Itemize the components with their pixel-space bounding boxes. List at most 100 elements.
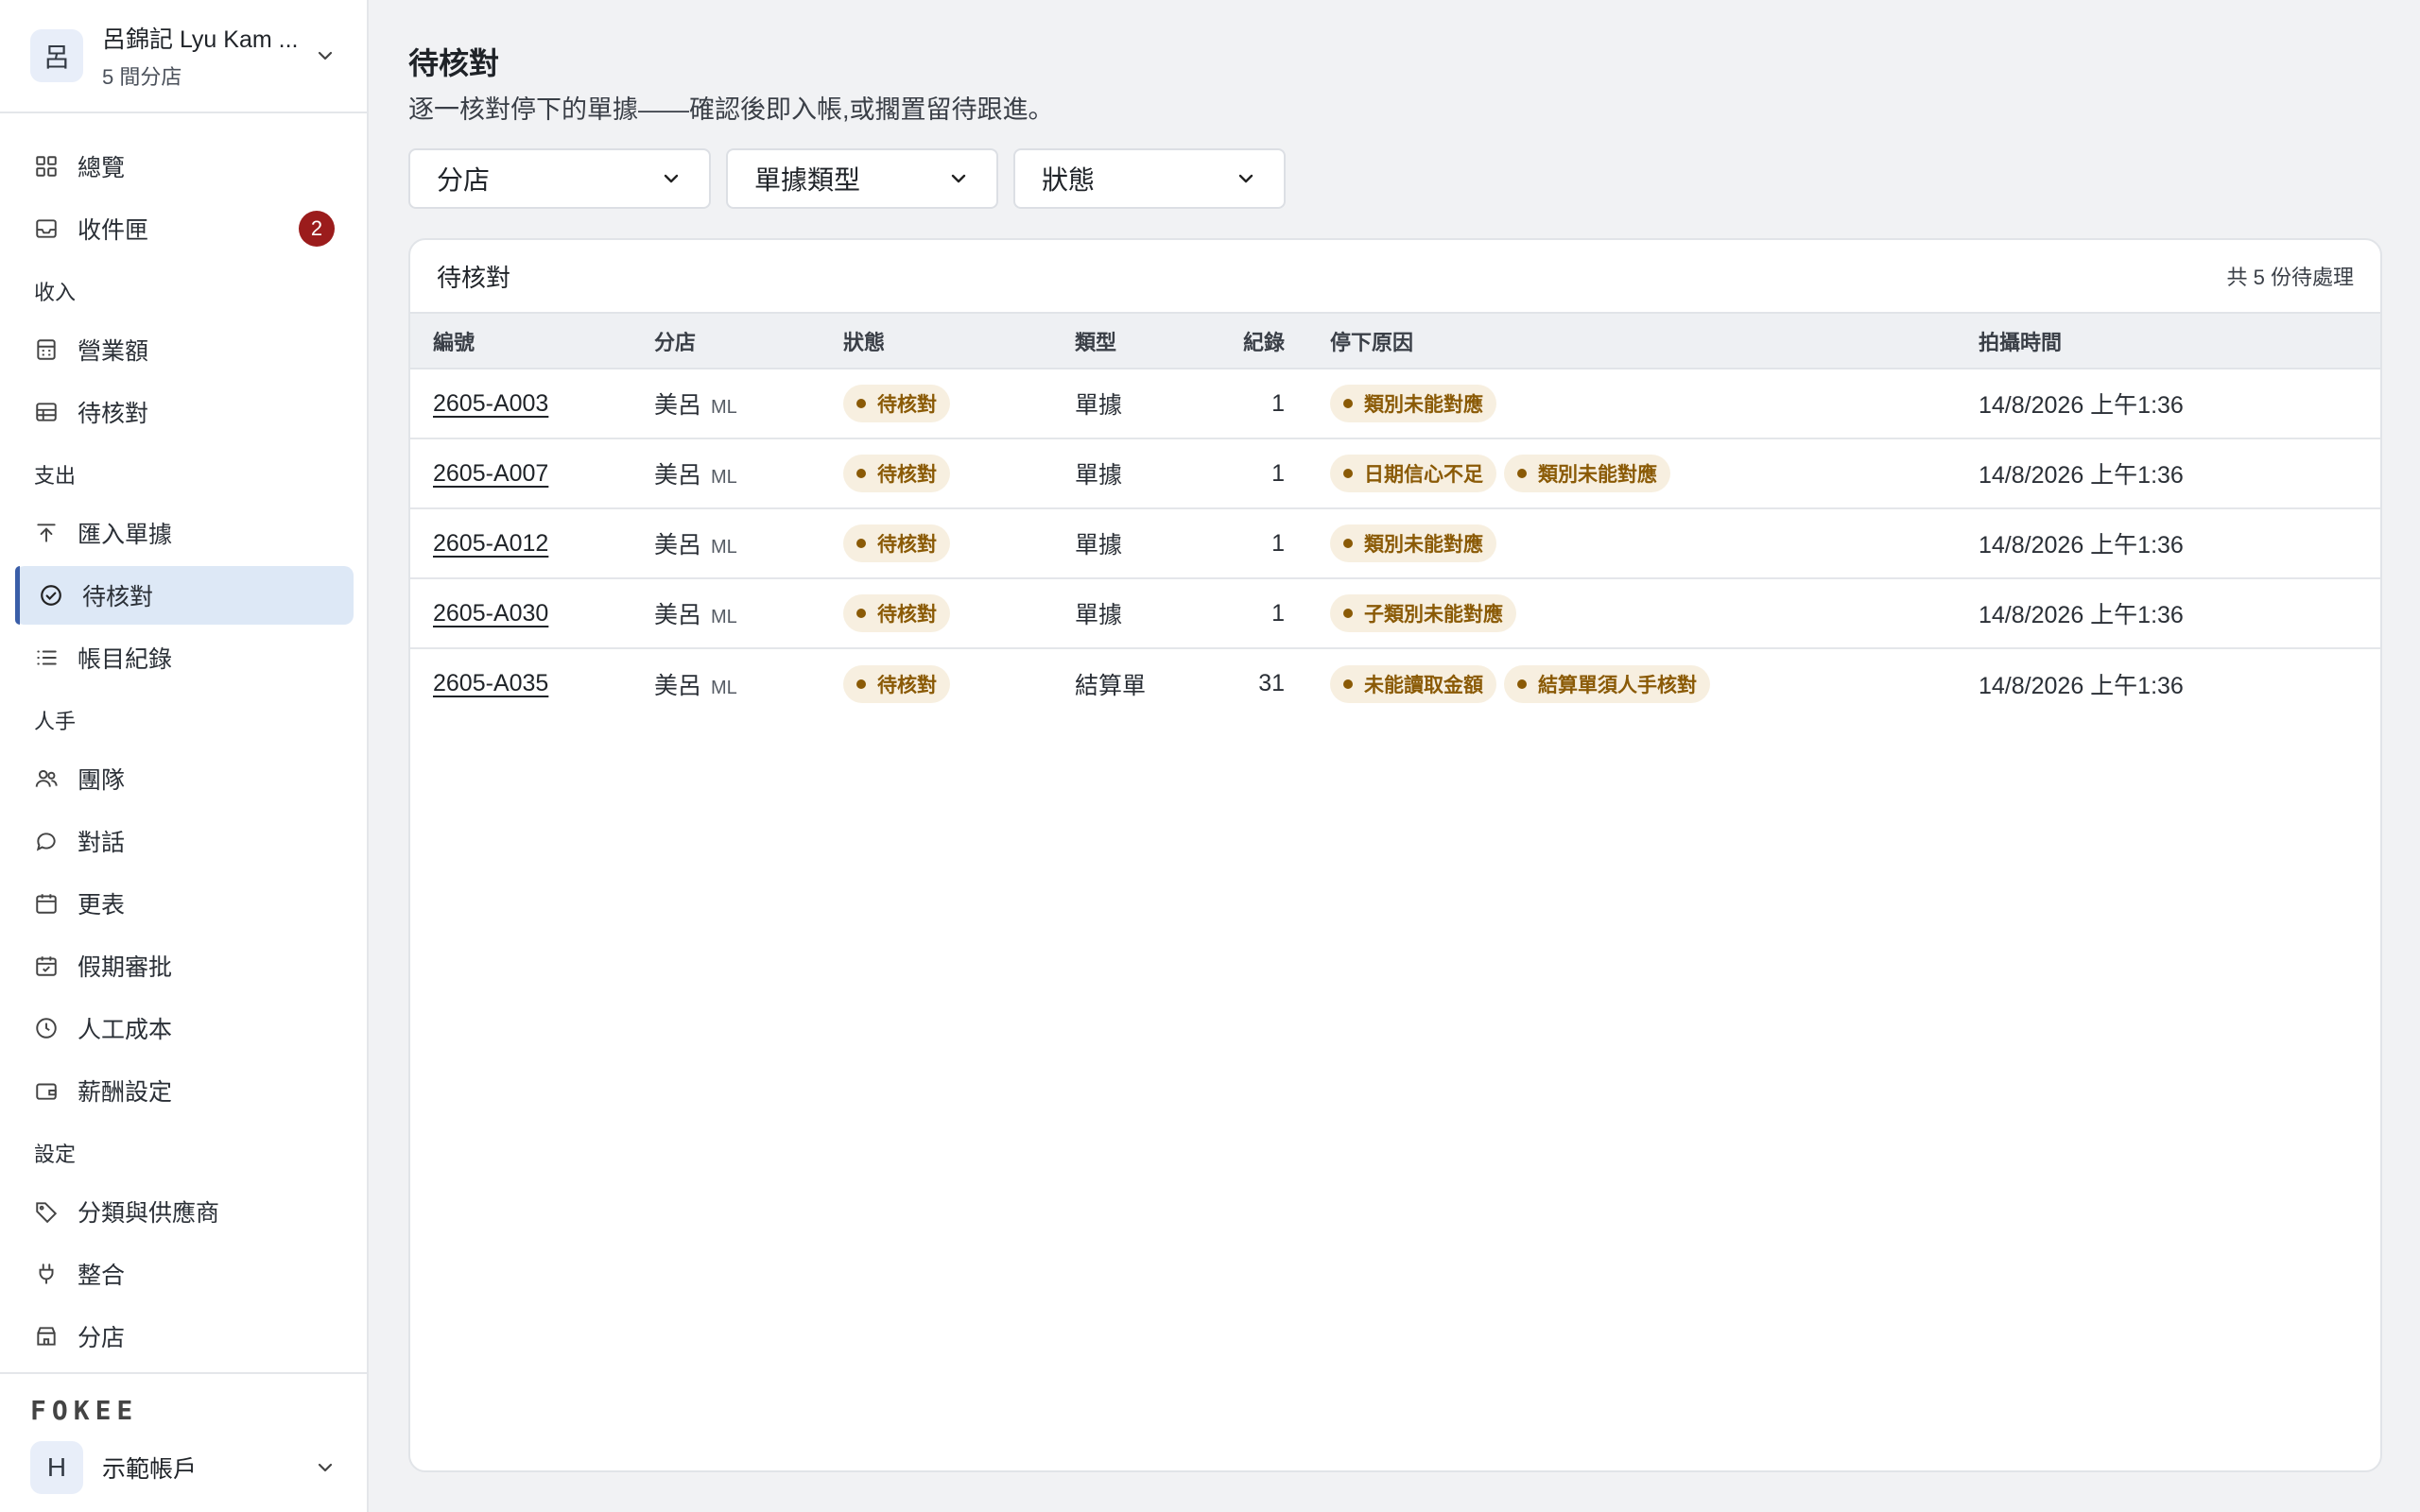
sidebar-item-label: 帳目紀錄 [78, 646, 173, 673]
sidebar-item-label: 人工成本 [78, 1017, 173, 1043]
column-header-time[interactable]: 拍攝時間 [1979, 314, 2380, 369]
branch-code: ML [711, 397, 737, 418]
sidebar-item-leave[interactable]: 假期審批 [15, 936, 354, 995]
account-avatar: H [30, 1441, 83, 1494]
sidebar-item-integrations[interactable]: 整合 [15, 1245, 354, 1303]
sidebar-item-label: 整合 [78, 1263, 126, 1289]
reason-badge: 類別未能對應 [1504, 455, 1670, 492]
status-filter-label: 狀態 [1042, 165, 1096, 195]
sidebar-item-label: 更表 [78, 892, 126, 919]
table-row[interactable]: 2605-A007 美呂 ML 待核對 單據 1 日期信心不足 類別未能對應 14/… [410, 438, 2380, 509]
sidebar-item-label: 總覽 [78, 155, 126, 181]
branch-name: 美呂 [654, 602, 702, 628]
sidebar-item-payroll[interactable]: 薪酬設定 [15, 1061, 354, 1120]
sidebar-item-roster[interactable]: 更表 [15, 874, 354, 933]
capture-time: 14/8/2026 上午1:36 [1979, 672, 2184, 699]
account-switcher[interactable]: H 示範帳戶 [30, 1441, 337, 1494]
chevron-down-icon [318, 51, 333, 60]
brand-logo: FOKEE [30, 1395, 139, 1426]
sidebar-item-labor-cost[interactable]: 人工成本 [15, 999, 354, 1057]
branch-name: 美呂 [654, 462, 702, 489]
document-id-link[interactable]: 2605-A012 [433, 530, 548, 557]
branch-code: ML [711, 677, 737, 698]
document-id-link[interactable]: 2605-A003 [433, 390, 548, 417]
table-header-row: 編號 分店 狀態 類型 紀錄 停下原因 拍攝時間 [410, 314, 2380, 369]
check-circle-icon [41, 585, 61, 606]
status-filter[interactable]: 狀態 [1013, 148, 1286, 209]
sidebar-item-label: 對話 [78, 830, 126, 856]
table-row[interactable]: 2605-A035 美呂 ML 待核對 結算單 31 未能讀取金額 結算單須人手核對… [410, 648, 2380, 718]
inbox-count-badge: 2 [299, 211, 335, 247]
table-row[interactable]: 2605-A012 美呂 ML 待核對 單據 1 類別未能對應 14/8/2026… [410, 508, 2380, 579]
sidebar-item-label: 團隊 [78, 767, 126, 794]
status-badge: 待核對 [843, 524, 950, 562]
branch-filter[interactable]: 分店 [408, 148, 711, 209]
pending-review-card: 待核對 共 5 份待處理 編號 分店 狀態 類型 紀錄 停下原因 拍攝時間 26… [408, 238, 2382, 1472]
status-badge: 待核對 [843, 664, 950, 703]
table-row[interactable]: 2605-A030 美呂 ML 待核對 單據 1 子類別未能對應 14/8/202… [410, 578, 2380, 649]
sidebar: 呂 呂錦記 Lyu Kam ... 5 間分店 總覽 收件匣 2 收入 營業額 … [0, 0, 369, 1512]
section-expense-heading: 支出 [34, 464, 77, 488]
sidebar-item-import[interactable]: 匯入單據 [15, 504, 354, 562]
sidebar-item-expense-pending[interactable]: 待核對 [15, 566, 354, 625]
sidebar-item-ledger[interactable]: 帳目紀錄 [15, 628, 354, 687]
column-header-records[interactable]: 紀錄 [1236, 314, 1330, 369]
org-name: 呂錦記 Lyu Kam ... [102, 26, 299, 53]
org-switcher[interactable]: 呂 呂錦記 Lyu Kam ... 5 間分店 [0, 0, 367, 113]
org-branch-count: 5 間分店 [102, 65, 182, 89]
reason-badge: 未能讀取金額 [1330, 664, 1496, 703]
sidebar-item-label: 分類與供應商 [78, 1200, 220, 1227]
sidebar-item-revenue[interactable]: 營業額 [15, 320, 354, 379]
document-type: 單據 [1075, 369, 1236, 439]
reason-badge: 子類別未能對應 [1330, 594, 1516, 632]
upload-icon [37, 524, 56, 542]
document-type: 結算單 [1075, 672, 1147, 699]
record-count: 1 [1236, 508, 1330, 579]
chevron-down-icon [664, 174, 679, 183]
sidebar-item-branches[interactable]: 分店 [15, 1307, 354, 1366]
list-icon [37, 650, 57, 665]
record-count: 1 [1236, 369, 1330, 439]
capture-time: 14/8/2026 上午1:36 [1979, 438, 2380, 509]
sidebar-item-label: 匯入單據 [78, 522, 173, 548]
branch-name: 美呂 [654, 672, 702, 699]
reason-badge: 結算單須人手核對 [1504, 664, 1710, 703]
sidebar-item-categories[interactable]: 分類與供應商 [15, 1182, 354, 1241]
column-header-status[interactable]: 狀態 [843, 314, 1075, 369]
chevron-down-icon [318, 1463, 333, 1472]
column-header-id[interactable]: 編號 [410, 314, 654, 369]
branch-code: ML [711, 537, 737, 558]
table-icon [36, 403, 57, 421]
filter-bar: 分店 單據類型 狀態 [408, 148, 1286, 209]
column-header-reason[interactable]: 停下原因 [1330, 314, 1979, 369]
section-staff-heading: 人手 [34, 710, 77, 733]
plug-icon [39, 1263, 54, 1284]
document-id-link[interactable]: 2605-A030 [433, 600, 548, 627]
branch-filter-label: 分店 [437, 165, 491, 195]
branch-name: 美呂 [654, 532, 702, 558]
status-badge: 待核對 [843, 455, 950, 492]
page-subtitle: 逐一核對停下的單據——確認後即入帳,或擱置留待跟進。 [408, 95, 1054, 124]
sidebar-nav: 總覽 收件匣 2 收入 營業額 待核對 支出 匯入單據 待核對 帳目紀錄 人手 … [15, 137, 354, 1369]
sidebar-item-overview[interactable]: 總覽 [15, 137, 354, 196]
sidebar-item-income-pending[interactable]: 待核對 [15, 383, 354, 441]
table-row[interactable]: 2605-A003 美呂 ML 待核對 單據 1 類別未能對應 14/8/2026… [410, 369, 2380, 439]
sidebar-item-team[interactable]: 團隊 [15, 749, 354, 808]
branch-name: 美呂 [654, 392, 702, 419]
reason-badge: 類別未能對應 [1330, 524, 1496, 562]
sidebar-item-label: 營業額 [78, 338, 149, 365]
sidebar-item-inbox[interactable]: 收件匣 2 [15, 199, 354, 258]
chevron-down-icon [1238, 174, 1253, 183]
sidebar-item-chat[interactable]: 對話 [15, 812, 354, 870]
chat-bubble-icon [36, 833, 56, 851]
column-header-type[interactable]: 類型 [1075, 314, 1236, 369]
doc-type-filter[interactable]: 單據類型 [726, 148, 998, 209]
document-id-link[interactable]: 2605-A035 [433, 670, 548, 696]
users-icon [35, 769, 58, 787]
column-header-branch[interactable]: 分店 [654, 314, 843, 369]
status-badge: 待核對 [843, 385, 950, 422]
document-type: 單據 [1075, 508, 1236, 579]
document-id-link[interactable]: 2605-A007 [433, 460, 548, 487]
sidebar-item-label: 待核對 [78, 401, 149, 427]
sidebar-footer: FOKEE H 示範帳戶 [0, 1372, 367, 1512]
